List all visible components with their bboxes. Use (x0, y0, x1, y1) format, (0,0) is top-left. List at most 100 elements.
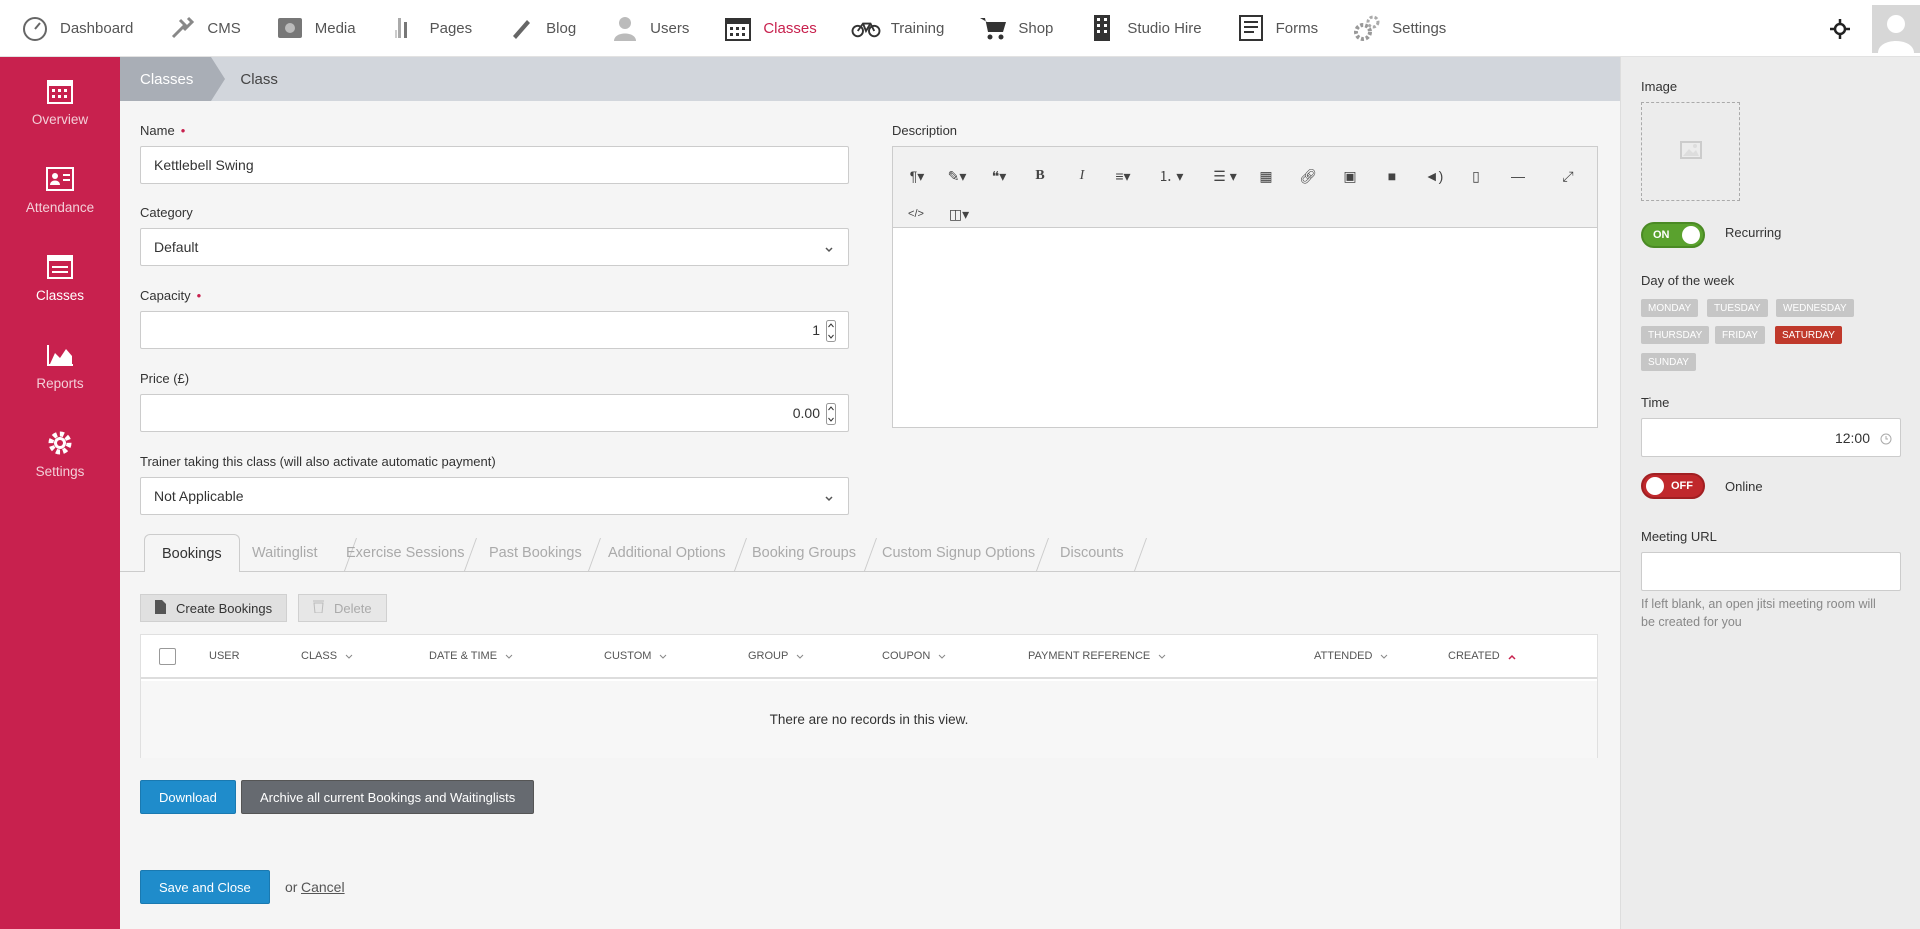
meeting-url-input[interactable] (1641, 552, 1901, 591)
tab-discounts[interactable]: Discounts (1060, 534, 1124, 572)
trash-icon (313, 600, 324, 616)
nav-settings[interactable]: Settings (1332, 0, 1446, 57)
move-crosshair-icon[interactable] (1830, 18, 1850, 39)
unordered-list-icon[interactable]: ☰ ▾ (1205, 165, 1245, 187)
number-spinner[interactable] (826, 320, 836, 342)
table-header: User Class Date & Time Custom Group Coup… (141, 635, 1597, 679)
sidebar-item-settings[interactable]: Settings (0, 409, 120, 497)
tab-booking-groups[interactable]: Booking Groups (752, 534, 856, 572)
columns-icon[interactable]: ◫▾ (943, 203, 975, 225)
recurring-toggle-text: ON (1653, 229, 1670, 241)
tab-past-bookings[interactable]: Past Bookings (489, 534, 582, 572)
time-input[interactable]: 12:00 (1641, 418, 1901, 457)
time-value: 12:00 (1834, 429, 1870, 446)
nav-blog-label: Blog (546, 19, 577, 37)
column-label: User (209, 650, 240, 662)
horizontal-line-icon[interactable]: — (1505, 165, 1531, 187)
nav-cms[interactable]: CMS (147, 0, 241, 57)
tab-waitinglist[interactable]: Waitinglist (252, 534, 318, 572)
file-icon[interactable]: ▯ (1463, 165, 1489, 187)
user-avatar[interactable] (1872, 4, 1920, 53)
magic-wand-icon[interactable]: ✎▾ (941, 165, 973, 187)
building-icon (1087, 13, 1117, 43)
delete-button[interactable]: Delete (298, 594, 387, 622)
italic-icon[interactable]: I (1069, 165, 1095, 187)
capacity-input[interactable]: 1 (140, 311, 849, 349)
link-icon[interactable]: 🔗︎ (1295, 165, 1321, 187)
image-icon[interactable]: ▣ (1337, 165, 1363, 187)
category-select[interactable]: Default (140, 228, 849, 266)
tab-custom-signup-options[interactable]: Custom Signup Options (882, 534, 1035, 572)
nav-studio-hire[interactable]: Studio Hire (1067, 0, 1202, 57)
chevron-down-icon (505, 652, 513, 660)
column-attended[interactable]: Attended (1314, 650, 1388, 662)
code-view-icon[interactable]: </> (903, 203, 929, 225)
day-tuesday[interactable]: TUESDAY (1707, 299, 1768, 317)
nav-shop[interactable]: Shop (958, 0, 1053, 57)
select-all-checkbox[interactable] (159, 648, 176, 665)
sidebar-item-reports[interactable]: Reports (0, 321, 120, 409)
column-date-time[interactable]: Date & Time (429, 650, 513, 662)
nav-classes[interactable]: Classes (703, 0, 817, 57)
create-bookings-button[interactable]: Create Bookings (140, 594, 288, 622)
nav-dashboard[interactable]: Dashboard (0, 0, 133, 57)
nav-media[interactable]: Media (255, 0, 356, 57)
gears-icon (1352, 13, 1382, 43)
nav-classes-label: Classes (763, 19, 817, 37)
ordered-list-icon[interactable]: ⒈ ▾ (1151, 165, 1191, 187)
nav-users[interactable]: Users (590, 0, 689, 57)
image-upload[interactable] (1641, 102, 1740, 201)
download-button[interactable]: Download (140, 780, 236, 814)
nav-training[interactable]: Training (831, 0, 945, 57)
save-and-close-button[interactable]: Save and Close (140, 870, 270, 904)
day-monday[interactable]: MONDAY (1641, 299, 1699, 317)
capacity-label-text: Capacity (140, 288, 191, 303)
audio-icon[interactable]: ◄) (1421, 165, 1447, 187)
column-class[interactable]: Class (301, 650, 353, 662)
day-wednesday[interactable]: WEDNESDAY (1776, 299, 1854, 317)
column-user[interactable]: User (209, 650, 240, 662)
nav-blog[interactable]: Blog (486, 0, 576, 57)
cancel-link[interactable]: Cancel (301, 879, 345, 895)
sidebar-item-attendance[interactable]: Attendance (0, 145, 120, 233)
trainer-value: Not Applicable (154, 488, 244, 504)
align-icon[interactable]: ≡▾ (1107, 165, 1139, 187)
tab-additional-options[interactable]: Additional Options (608, 534, 726, 572)
recurring-toggle[interactable]: ON (1641, 222, 1705, 248)
tab-exercise-sessions[interactable]: Exercise Sessions (346, 534, 464, 572)
archive-button[interactable]: Archive all current Bookings and Waiting… (241, 780, 535, 814)
meeting-url-hint: If left blank, an open jitsi meeting roo… (1641, 597, 1876, 629)
nav-forms[interactable]: Forms (1216, 0, 1318, 57)
day-saturday[interactable]: SATURDAY (1775, 326, 1842, 344)
fullscreen-icon[interactable]: ⤢ (1555, 165, 1581, 187)
nav-training-label: Training (890, 19, 945, 37)
day-friday[interactable]: FRIDAY (1715, 326, 1765, 344)
cart-icon (978, 13, 1008, 43)
column-group[interactable]: Group (748, 650, 804, 662)
online-toggle[interactable]: OFF (1641, 473, 1705, 499)
nav-pages[interactable]: Pages (370, 0, 472, 57)
trainer-select[interactable]: Not Applicable (140, 477, 849, 515)
paragraph-format-icon[interactable]: ¶▾ (901, 165, 933, 187)
name-input[interactable]: Kettlebell Swing (140, 146, 849, 184)
column-custom[interactable]: Custom (604, 650, 667, 662)
price-input[interactable]: 0.00 (140, 394, 849, 432)
number-spinner[interactable] (826, 403, 836, 425)
bold-icon[interactable]: B (1027, 165, 1053, 187)
tab-separator (733, 538, 748, 571)
description-editor: ¶▾ ✎▾ ❝▾ B I ≡▾ ⒈ ▾ ☰ ▾ ▦ 🔗︎ ▣ ■ ◄) ▯ — … (892, 146, 1598, 428)
breadcrumb-classes[interactable]: Classes (120, 57, 226, 101)
column-payment-reference[interactable]: Payment Reference (1028, 650, 1166, 662)
video-icon[interactable]: ■ (1379, 165, 1405, 187)
quote-icon[interactable]: ❝▾ (983, 165, 1015, 187)
sidebar-item-label: Classes (35, 287, 84, 303)
sidebar-item-overview[interactable]: Overview (0, 57, 120, 145)
column-created[interactable]: Created (1448, 650, 1516, 662)
day-thursday[interactable]: THURSDAY (1641, 326, 1710, 344)
day-sunday[interactable]: SUNDAY (1641, 353, 1696, 371)
table-icon[interactable]: ▦ (1253, 165, 1279, 187)
tab-bookings[interactable]: Bookings (144, 534, 240, 572)
sidebar-item-classes[interactable]: Classes (0, 233, 120, 321)
column-coupon[interactable]: Coupon (882, 650, 946, 662)
tools-icon (167, 13, 197, 43)
